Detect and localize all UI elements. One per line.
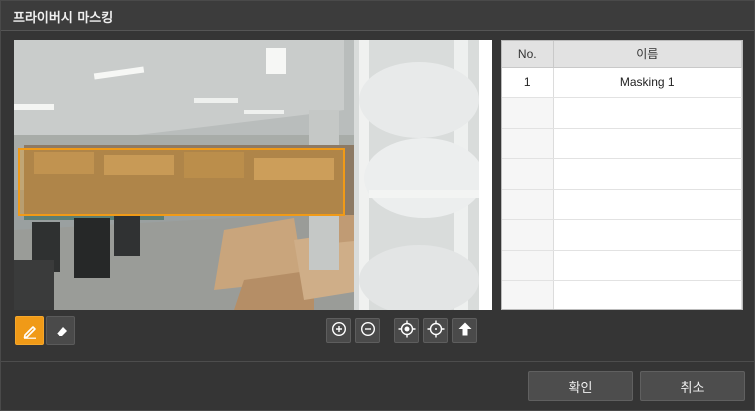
zoom-out-button[interactable] (355, 318, 380, 343)
table-row[interactable] (502, 158, 742, 190)
row-no (502, 128, 554, 159)
table-header-row: No. 이름 (502, 41, 742, 68)
row-name (553, 219, 742, 251)
row-name (553, 158, 742, 190)
row-name (553, 189, 742, 220)
row-no (502, 97, 554, 129)
table-row[interactable] (502, 128, 742, 159)
footer-divider (1, 361, 754, 362)
eraser-icon (53, 323, 69, 339)
dialog-title: 프라이버시 마스킹 (13, 11, 114, 26)
camera-scene (14, 40, 492, 310)
crosshair-button[interactable] (423, 318, 448, 343)
row-name (553, 97, 742, 129)
table-row[interactable] (502, 250, 742, 281)
crosshair-icon (427, 320, 445, 342)
center-target-button[interactable] (394, 318, 419, 343)
privacy-masking-dialog: 프라이버시 마스킹 No. 이름 1 Masking 1 확인 취소 (0, 0, 755, 411)
center-target-icon (398, 320, 416, 342)
title-bar: 프라이버시 마스킹 (1, 1, 754, 31)
table-row[interactable] (502, 97, 742, 129)
row-no (502, 158, 554, 190)
zoom-in-icon (331, 321, 347, 341)
arrow-up-icon (457, 321, 473, 341)
view-controls (326, 318, 477, 343)
ok-button[interactable]: 확인 (528, 371, 633, 401)
row-name (553, 280, 742, 309)
table-row[interactable] (502, 219, 742, 251)
row-no (502, 280, 554, 309)
row-name (553, 250, 742, 281)
column-header-no: No. (502, 41, 554, 68)
zoom-in-button[interactable] (326, 318, 351, 343)
erase-tool-button[interactable] (46, 316, 75, 345)
row-no: 1 (502, 67, 554, 98)
zoom-out-icon (360, 321, 376, 341)
move-up-button[interactable] (452, 318, 477, 343)
row-name (553, 128, 742, 159)
privacy-mask-region[interactable] (18, 148, 345, 216)
table-row[interactable] (502, 189, 742, 220)
draw-tool-button[interactable] (15, 316, 44, 345)
mask-list-table: No. 이름 1 Masking 1 (501, 40, 743, 310)
cancel-button[interactable]: 취소 (640, 371, 745, 401)
row-no (502, 250, 554, 281)
row-name: Masking 1 (553, 67, 742, 98)
pencil-icon (22, 323, 38, 339)
mask-tools (15, 316, 75, 345)
row-no (502, 189, 554, 220)
row-no (502, 219, 554, 251)
camera-preview[interactable] (14, 40, 492, 310)
table-row[interactable] (502, 280, 742, 309)
table-row[interactable]: 1 Masking 1 (502, 67, 742, 98)
column-header-name: 이름 (553, 41, 742, 68)
